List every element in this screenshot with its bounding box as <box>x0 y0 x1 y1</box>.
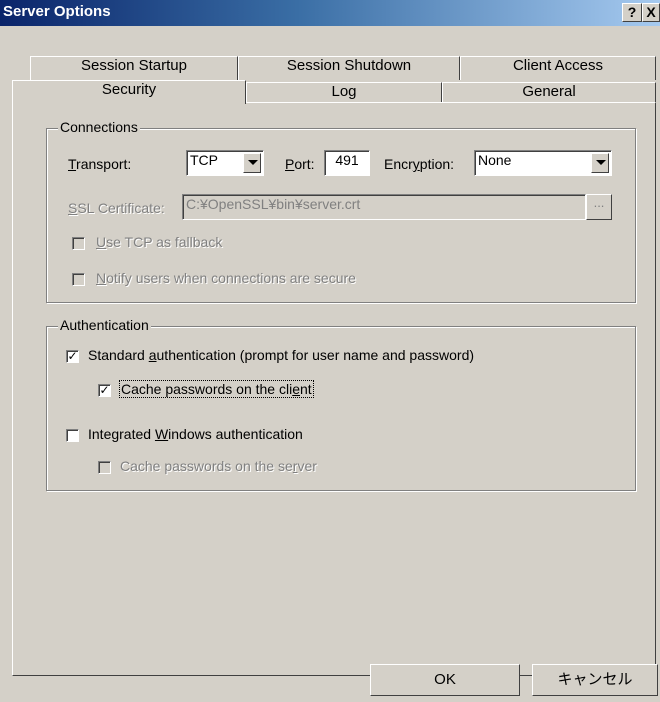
ssl-certificate-label: SSL Certificate: <box>68 200 165 216</box>
tab-log[interactable]: Log <box>246 82 442 103</box>
tab-general[interactable]: General <box>442 82 656 103</box>
use-tcp-fallback-checkbox[interactable] <box>72 237 85 250</box>
ssl-certificate-input[interactable]: C:¥OpenSSL¥bin¥server.crt <box>182 194 586 220</box>
cache-client-checkbox[interactable]: ✓ <box>98 384 111 397</box>
transport-select[interactable]: TCP <box>186 150 264 176</box>
transport-dropdown-icon[interactable] <box>243 153 261 173</box>
tab-session-shutdown[interactable]: Session Shutdown <box>238 56 460 80</box>
transport-label: Transport: <box>68 156 132 172</box>
window-title: Server Options <box>3 3 111 20</box>
cache-client-label: Cache passwords on the client <box>119 380 314 398</box>
tab-client-access[interactable]: Client Access <box>460 56 656 80</box>
encryption-dropdown-icon[interactable] <box>591 153 609 173</box>
transport-value: TCP <box>190 152 218 168</box>
encryption-select[interactable]: None <box>474 150 612 176</box>
close-button[interactable]: X <box>642 3 660 22</box>
standard-auth-checkbox[interactable]: ✓ <box>66 350 79 363</box>
help-button[interactable]: ? <box>622 3 642 22</box>
tab-session-startup[interactable]: Session Startup <box>30 56 238 80</box>
integrated-auth-checkbox[interactable] <box>66 429 79 442</box>
notify-secure-checkbox[interactable] <box>72 273 85 286</box>
standard-auth-label: Standard authentication (prompt for user… <box>88 347 475 363</box>
browse-button[interactable]: ... <box>586 194 612 220</box>
encryption-value: None <box>478 152 512 168</box>
port-label: Port: <box>285 156 315 172</box>
tab-security[interactable]: Security <box>12 80 246 104</box>
notify-secure-label: Notify users when connections are secure <box>96 270 356 286</box>
authentication-legend: Authentication <box>58 317 151 333</box>
connections-legend: Connections <box>58 119 140 135</box>
ok-button[interactable]: OK <box>370 664 520 696</box>
integrated-auth-label: Integrated Windows authentication <box>88 426 303 442</box>
use-tcp-fallback-label: Use TCP as fallback <box>96 234 223 250</box>
title-bar[interactable]: Server Options ? X <box>0 0 660 26</box>
cache-server-checkbox[interactable] <box>98 461 111 474</box>
cache-server-label: Cache passwords on the server <box>120 458 317 474</box>
encryption-label: Encryption: <box>384 156 455 172</box>
port-input[interactable]: 491 <box>324 150 370 176</box>
cancel-button[interactable]: キャンセル <box>532 664 658 696</box>
